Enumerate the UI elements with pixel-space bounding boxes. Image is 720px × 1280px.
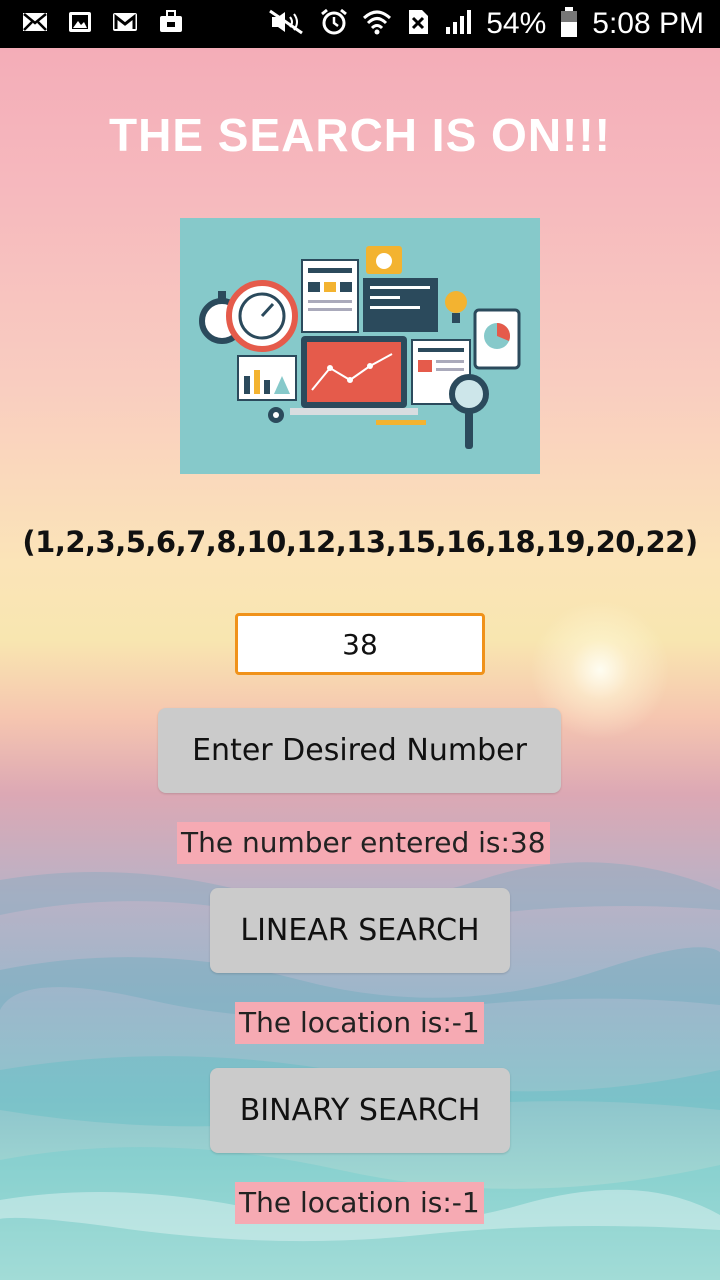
briefcase-icon [158,10,184,38]
page-title: THE SEARCH IS ON!!! [109,109,611,161]
number-input[interactable] [235,613,485,675]
linear-search-button[interactable]: LINEAR SEARCH [210,888,510,973]
alarm-icon [320,8,348,40]
number-sequence: (1,2,3,5,6,7,8,10,12,13,15,16,18,19,20,2… [22,525,698,559]
mail-icon [22,12,48,36]
enter-number-button[interactable]: Enter Desired Number [158,708,561,793]
mute-icon [268,9,306,39]
status-bar: 54% 5:08 PM [0,0,720,48]
wifi-icon [362,9,392,39]
signal-icon [444,9,472,39]
linear-search-result: The location is:-1 [235,1002,484,1044]
battery-icon [560,7,578,41]
binary-search-button[interactable]: BINARY SEARCH [210,1068,510,1153]
gmail-icon [112,12,138,36]
battery-percent: 54% [486,7,547,40]
no-sim-icon [406,9,430,39]
clock: 5:08 PM [592,7,704,40]
binary-search-result: The location is:-1 [235,1182,484,1224]
image-icon [68,11,92,37]
entered-number-result: The number entered is:38 [177,822,550,864]
search-illustration [180,218,540,474]
